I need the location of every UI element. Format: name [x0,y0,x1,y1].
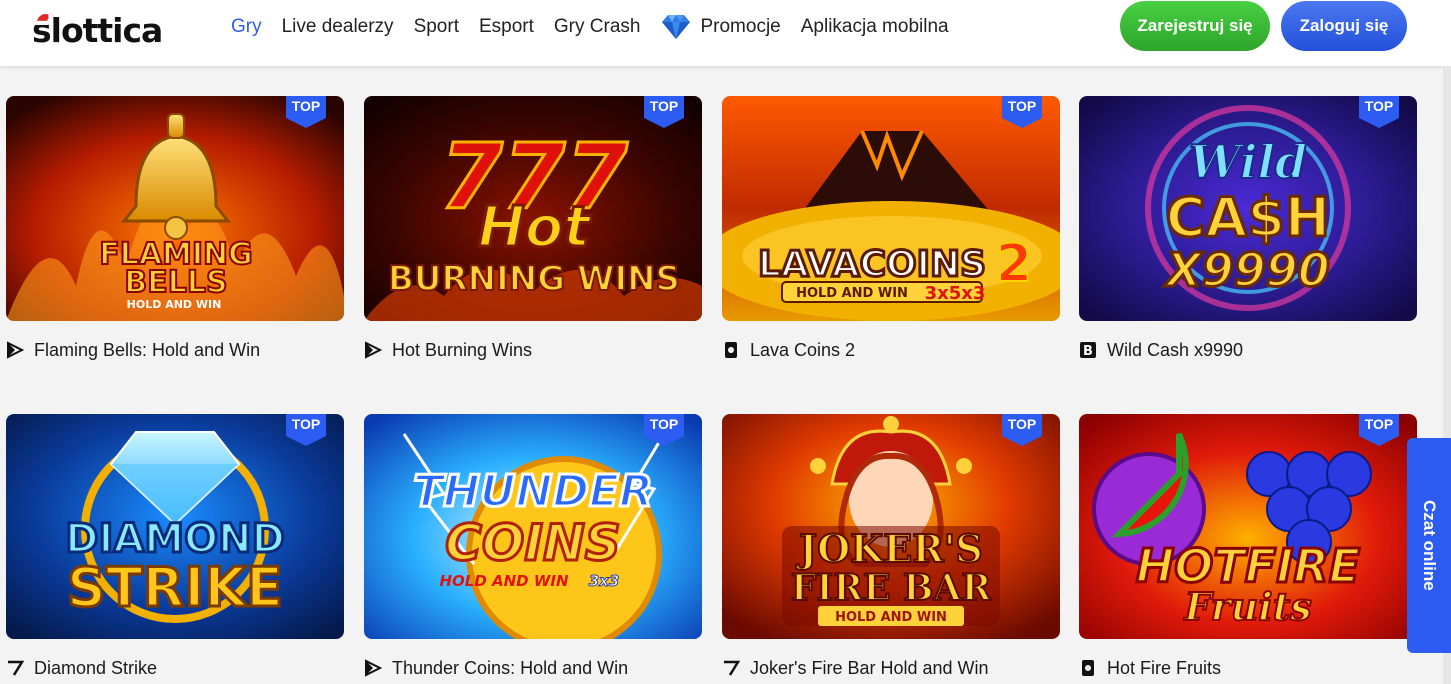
play-triangle-icon [365,659,382,677]
art-title-line-2: BELLS [124,265,227,300]
game-title-label: Hot Fire Fruits [1107,657,1222,678]
art-title-line-3: BURNING WINS [388,259,680,299]
art-title-line-1: LAVACOINS [758,244,986,285]
game-card-lava-coins-2[interactable]: LAVACOINS 2 HOLD AND WIN 3x5x3 TOP [722,96,1060,321]
game-thumbnail: FLAMING BELLS HOLD AND WIN [6,96,344,321]
top-badge-label: TOP [1007,98,1037,114]
game-title-wild-cash[interactable]: B Wild Cash x9990 [1079,338,1243,362]
art-title-line-1: JOKER'S [796,526,983,571]
top-badge: TOP [644,96,684,128]
top-badge: TOP [644,414,684,446]
art-title-line-2: CA$H [1166,186,1330,249]
seven-icon [724,660,740,676]
game-title-jokers-fire-bar[interactable]: Joker's Fire Bar Hold and Win [722,656,989,680]
game-thumbnail: HOTFIRE Fruits [1079,414,1417,639]
nav-item-aplikacja-mobilna[interactable]: Aplikacja mobilna [801,14,949,40]
nav-item-gry[interactable]: Gry [231,14,262,40]
top-badge-label: TOP [1364,98,1394,114]
art-title-line-3: X9990 [1163,243,1330,297]
main-nav: Gry Live dealerzy Sport Esport Gry Crash… [231,14,969,40]
svg-text:B: B [1083,344,1093,359]
game-title-label: Thunder Coins: Hold and Win [392,657,629,678]
top-badge: TOP [1359,96,1399,128]
nav-item-sport[interactable]: Sport [414,14,459,40]
art-title-line-2: FIRE BAR [791,567,993,609]
game-title-label: Flaming Bells: Hold and Win [34,339,261,360]
game-title-thunder-coins[interactable]: Thunder Coins: Hold and Win [364,656,628,680]
chat-online-label: Czat online [1420,500,1439,591]
game-thumbnail: 777 Hot BURNING WINS [364,96,702,321]
seven-icon [8,660,24,676]
game-thumbnail: DIAMOND STRIKE [6,414,344,639]
game-title-hot-fire-fruits[interactable]: Hot Fire Fruits [1079,656,1221,680]
game-title-lava-coins-2[interactable]: Lava Coins 2 [722,338,855,362]
top-header: slottica Gry Live dealerzy Sport Esport … [0,0,1451,66]
nav-item-live-dealerzy[interactable]: Live dealerzy [282,14,394,40]
art-title-line-1: THUNDER [413,466,653,517]
game-thumbnail: LAVACOINS 2 HOLD AND WIN 3x5x3 [722,96,1060,321]
game-title-diamond-strike[interactable]: Diamond Strike [6,656,157,680]
top-badge-label: TOP [1364,416,1394,432]
game-title-flaming-bells[interactable]: Flaming Bells: Hold and Win [6,338,260,362]
b-letter-icon: B [1080,342,1096,359]
nav-item-esport[interactable]: Esport [479,14,534,40]
art-title-line-3: HOLD AND WIN [127,298,222,311]
game-card-jokers-fire-bar[interactable]: JOKER'S FIRE BAR HOLD AND WIN TOP [722,414,1060,639]
top-badge-label: TOP [1007,416,1037,432]
art-title-line-2: Fruits [1183,584,1311,629]
game-title-label: Lava Coins 2 [750,339,856,360]
nav-item-gry-crash[interactable]: Gry Crash [554,14,641,40]
art-title-line-2: COINS [445,514,621,572]
game-thumbnail: Wild CA$H X9990 [1079,96,1417,321]
top-badge-label: TOP [291,416,321,432]
game-card-wild-cash[interactable]: Wild CA$H X9990 TOP [1079,96,1417,321]
art-title-line-3: HOLD AND WIN [796,286,908,301]
art-title-line-3: HOLD AND WIN [439,572,568,590]
art-title-line-2: 2 [996,234,1032,294]
game-title-label: Hot Burning Wins [392,339,533,360]
nav-item-promocje-label: Promocje [700,16,781,37]
top-badge: TOP [286,96,326,128]
top-badge-label: TOP [291,98,321,114]
game-card-diamond-strike[interactable]: DIAMOND STRIKE TOP [6,414,344,639]
nav-item-promocje[interactable]: Promocje [660,14,781,40]
art-title-line-4: 3x3 [589,572,620,590]
game-card-hot-fire-fruits[interactable]: HOTFIRE Fruits TOP [1079,414,1417,639]
top-badge: TOP [286,414,326,446]
game-card-hot-burning-wins[interactable]: 777 Hot BURNING WINS TOP [364,96,702,321]
game-thumbnail: JOKER'S FIRE BAR HOLD AND WIN [722,414,1060,639]
card-icon [725,342,737,358]
chat-online-tab[interactable]: Czat online [1407,438,1451,653]
art-title-line-2: STRIKE [67,556,283,619]
game-thumbnail: THUNDER COINS HOLD AND WIN 3x3 [364,414,702,639]
card-icon [1082,660,1094,676]
game-title-label: Joker's Fire Bar Hold and Win [750,657,989,678]
play-triangle-icon [7,341,24,359]
game-title-label: Diamond Strike [34,657,158,678]
play-triangle-icon [365,341,382,359]
diamond-icon [662,15,691,39]
top-badge-label: TOP [649,98,679,114]
game-card-flaming-bells[interactable]: FLAMING BELLS HOLD AND WIN TOP [6,96,344,321]
top-badge: TOP [1002,96,1042,128]
game-title-hot-burning-wins[interactable]: Hot Burning Wins [364,338,532,362]
game-card-thunder-coins[interactable]: THUNDER COINS HOLD AND WIN 3x3 TOP [364,414,702,639]
register-button[interactable]: Zarejestruj się [1120,1,1270,51]
top-badge: TOP [1359,414,1399,446]
login-button[interactable]: Zaloguj się [1281,1,1407,51]
art-title-line-2: Hot [478,195,592,260]
game-title-label: Wild Cash x9990 [1107,339,1244,360]
slottica-logo[interactable]: slottica [32,8,163,52]
top-badge-label: TOP [649,416,679,432]
art-title-line-1: Wild [1189,135,1307,189]
santa-hat-icon [34,13,54,25]
art-title-line-4: 3x5x3 [925,283,986,304]
art-title-line-3: HOLD AND WIN [835,610,947,625]
top-badge: TOP [1002,414,1042,446]
